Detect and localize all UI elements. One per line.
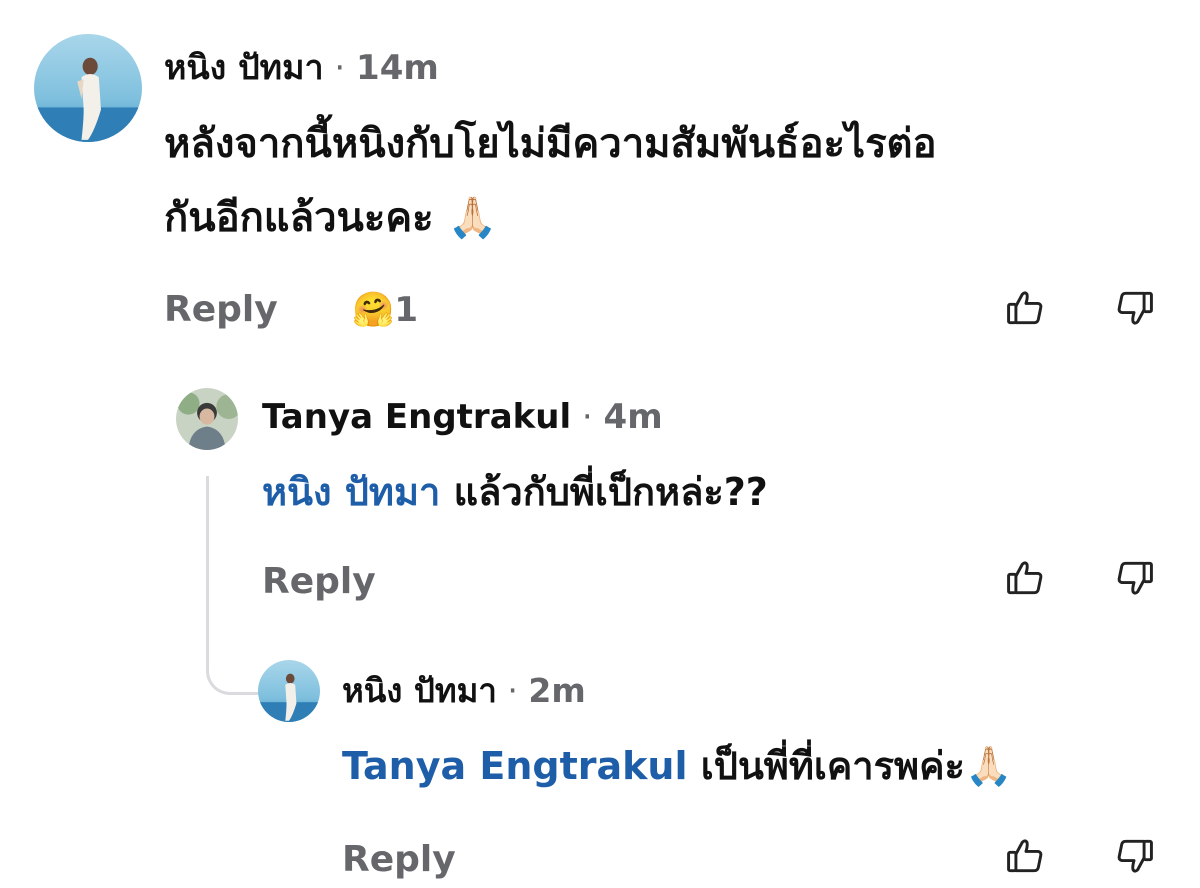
thumbs-up-icon[interactable] bbox=[1004, 834, 1048, 878]
mention-link[interactable]: หนิง ปัทมา bbox=[262, 470, 440, 514]
timestamp[interactable]: 4m bbox=[604, 397, 663, 437]
praying-hands-emoji: 🙏🏻 bbox=[447, 195, 498, 241]
care-reaction-icon: 🤗 bbox=[352, 290, 395, 330]
separator-dot: · bbox=[581, 397, 593, 437]
comment-text: กันอีกแล้วนะคะ bbox=[164, 195, 434, 241]
separator-dot: · bbox=[507, 671, 518, 710]
thumbs-down-icon[interactable] bbox=[1112, 286, 1156, 330]
comment-text-body: เป็นพี่ที่เคารพค่ะ bbox=[700, 744, 965, 788]
thumbs-down-icon[interactable] bbox=[1112, 834, 1156, 878]
avatar-photo bbox=[258, 660, 320, 722]
thumbs-up-icon[interactable] bbox=[1004, 286, 1048, 330]
praying-hands-emoji: 🙏🏻 bbox=[964, 744, 1013, 788]
timestamp[interactable]: 2m bbox=[528, 671, 585, 710]
comment-text-body: แล้วกับพี่เป็กหล่ะ?? bbox=[453, 470, 768, 514]
comment-text: หนิง ปัทมา แล้วกับพี่เป็กหล่ะ?? bbox=[262, 466, 768, 518]
avatar-photo bbox=[34, 34, 142, 142]
comment-header: หนิง ปัทมา · 14m bbox=[164, 46, 439, 90]
reply-button[interactable]: Reply bbox=[342, 836, 456, 884]
thread-line bbox=[206, 476, 209, 646]
author-name[interactable]: Tanya Engtrakul bbox=[262, 397, 571, 437]
separator-dot: · bbox=[334, 48, 346, 88]
mention-link[interactable]: Tanya Engtrakul bbox=[342, 744, 687, 788]
avatar-ning[interactable] bbox=[34, 34, 142, 142]
comment-header: Tanya Engtrakul · 4m bbox=[262, 394, 663, 440]
thumbs-up-icon[interactable] bbox=[1004, 556, 1048, 600]
reaction-summary[interactable]: 🤗1 bbox=[352, 286, 418, 334]
comment-text-line-1: หลังจากนี้หนิงกับโยไม่มีความสัมพันธ์อะไร… bbox=[164, 121, 937, 167]
comment-text: Tanya Engtrakul เป็นพี่ที่เคารพค่ะ🙏🏻 bbox=[342, 740, 1012, 792]
avatar-photo bbox=[176, 388, 238, 450]
timestamp[interactable]: 14m bbox=[356, 48, 439, 88]
reply-button[interactable]: Reply bbox=[262, 558, 376, 606]
avatar-ning[interactable] bbox=[258, 660, 320, 722]
thread-connector bbox=[206, 640, 261, 695]
reply-button[interactable]: Reply bbox=[164, 286, 278, 334]
avatar-tanya[interactable] bbox=[176, 388, 238, 450]
comment-header: หนิง ปัทมา · 2m bbox=[342, 668, 586, 714]
author-name[interactable]: หนิง ปัทมา bbox=[342, 671, 497, 710]
author-name[interactable]: หนิง ปัทมา bbox=[164, 48, 324, 88]
comment-text-line-2: กันอีกแล้วนะคะ 🙏🏻 bbox=[164, 190, 497, 246]
thumbs-down-icon[interactable] bbox=[1112, 556, 1156, 600]
reaction-count: 1 bbox=[394, 290, 419, 330]
